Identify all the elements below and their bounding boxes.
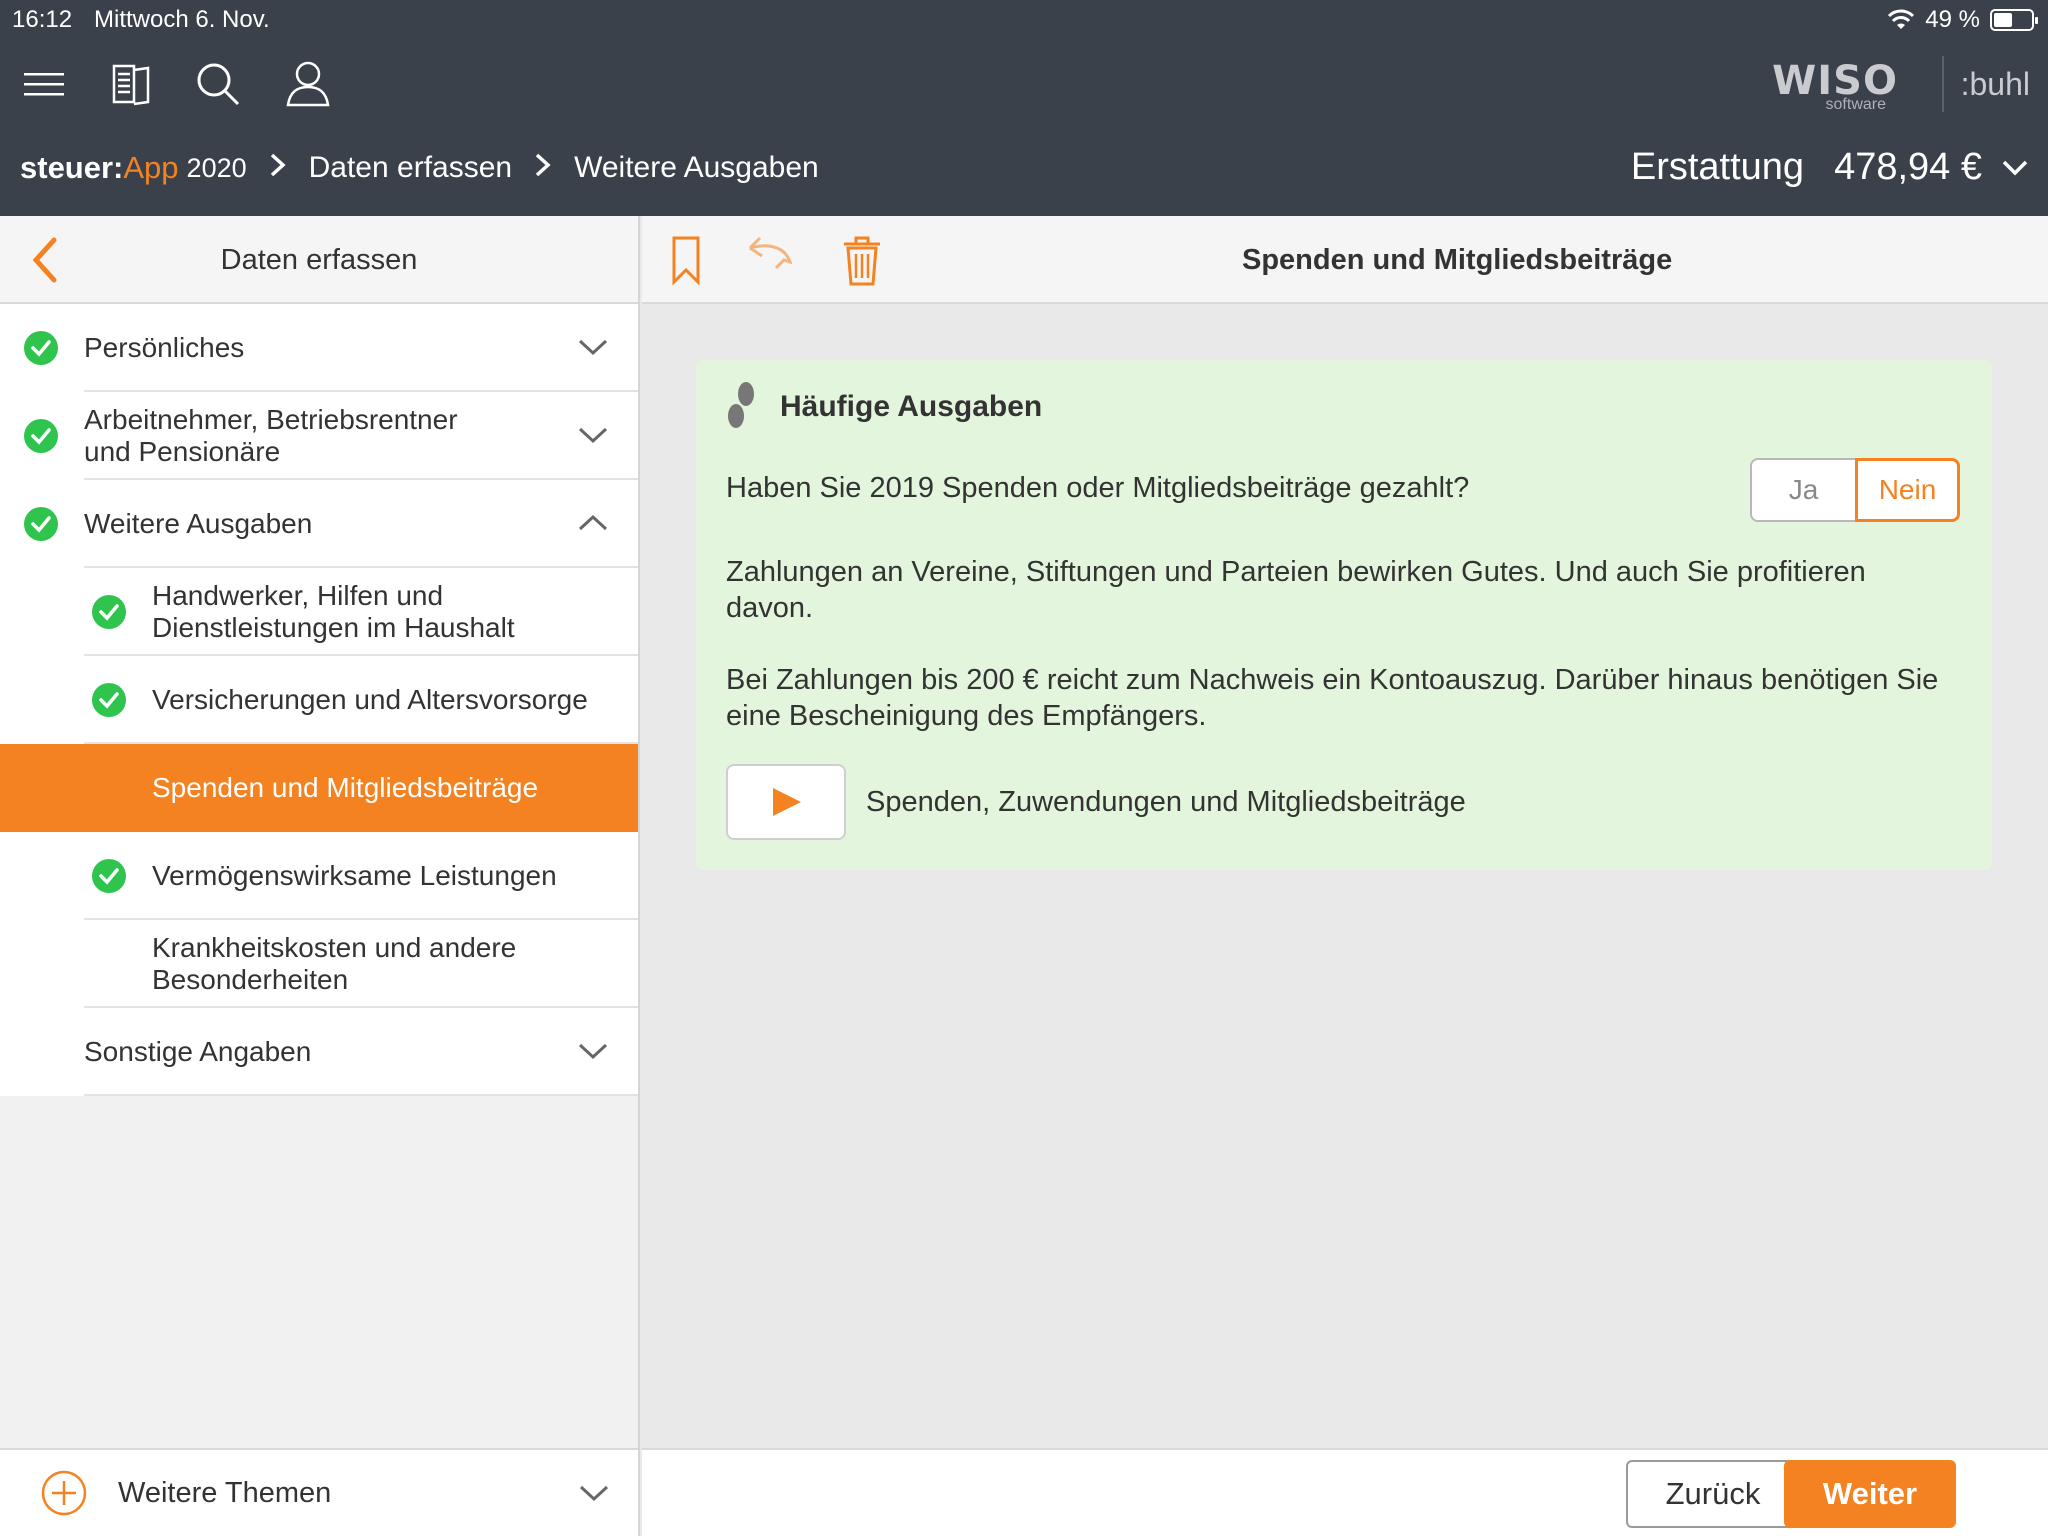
sidebar-item-label: Weitere Ausgaben xyxy=(84,508,313,539)
info-paragraph-1: Zahlungen an Vereine, Stiftungen und Par… xyxy=(726,556,1866,624)
section-nav: Persönliches Arbeitnehmer, Betriebsrentne… xyxy=(0,304,638,1096)
battery-icon xyxy=(1990,9,2038,31)
chevron-down-icon xyxy=(576,1035,610,1069)
status-right: 49 % xyxy=(1887,6,2038,34)
footer-bar: Zurück Weiter xyxy=(642,1448,2048,1536)
brand-app: App xyxy=(123,150,179,185)
status-date: Mittwoch 6. Nov. xyxy=(94,6,270,33)
buhl-logo: :buhl xyxy=(1960,66,2030,102)
sidebar-item[interactable]: Vermögenswirksame Leistungen xyxy=(0,832,638,920)
left-panel-title: Daten erfassen xyxy=(220,244,418,276)
sidebar-item[interactable]: Weitere Ausgaben xyxy=(0,480,638,568)
sidebar-item[interactable]: Persönliches xyxy=(0,304,638,392)
checkmark-icon xyxy=(92,595,126,629)
left-panel: Daten erfassen Persönliches Arbeitnehmer,… xyxy=(0,216,640,1536)
trash-icon[interactable] xyxy=(840,234,892,286)
sidebar-item-label: Arbeitnehmer, Betriebsrentner und Pensio… xyxy=(84,404,458,467)
sidebar-item-label: Vermögenswirksame Leistungen xyxy=(152,860,557,891)
brand-prefix: steuer: xyxy=(20,150,124,185)
back-button[interactable]: Zurück xyxy=(1626,1460,1800,1528)
chevron-down-icon xyxy=(576,331,610,365)
battery-percent: 49 % xyxy=(1925,6,1980,33)
status-bar: 16:12 Mittwoch 6. Nov. 49 % xyxy=(0,0,2048,40)
menu-icon[interactable] xyxy=(16,56,72,112)
checkmark-icon xyxy=(92,683,126,717)
yes-button[interactable]: Ja xyxy=(1750,458,1855,522)
sidebar-item[interactable]: Arbeitnehmer, Betriebsrentner und Pensio… xyxy=(0,392,638,480)
more-topics[interactable]: Weitere Themen xyxy=(0,1448,638,1536)
wiso-logo-subtitle: software xyxy=(1825,96,1886,113)
app-year: 2020 xyxy=(186,152,247,183)
play-icon xyxy=(773,788,801,816)
info-card: Häufige Ausgaben Haben Sie 2019 Spenden … xyxy=(696,360,1992,870)
checkmark-icon xyxy=(24,507,58,541)
user-icon[interactable] xyxy=(280,56,336,112)
plus-circle-icon xyxy=(41,1470,87,1516)
no-button[interactable]: Nein xyxy=(1855,458,1960,522)
sidebar-item-label: Spenden und Mitgliedsbeiträge xyxy=(152,772,539,803)
video-play-button[interactable] xyxy=(726,764,846,840)
chevron-right-icon xyxy=(534,152,552,185)
yes-no-toggle: Ja Nein xyxy=(1750,458,1960,522)
card-title: Häufige Ausgaben xyxy=(780,390,1043,423)
video-label[interactable]: Spenden, Zuwendungen und Mitgliedsbeiträ… xyxy=(866,786,1466,819)
left-panel-header: Daten erfassen xyxy=(0,216,638,304)
refund-summary[interactable]: Erstattung 478,94 € xyxy=(1631,146,2028,189)
status-time: 16:12 xyxy=(12,6,73,33)
app-header: 16:12 Mittwoch 6. Nov. 49 % WISO softwar… xyxy=(0,0,2048,216)
next-button[interactable]: Weiter xyxy=(1784,1460,1956,1528)
sidebar-item[interactable]: Krankheitskosten und andere Besonderheit… xyxy=(0,920,638,1008)
checkmark-icon xyxy=(24,419,58,453)
wifi-icon xyxy=(1888,9,1915,29)
more-topics-label: Weitere Themen xyxy=(118,1476,332,1509)
sidebar-item-label: Sonstige Angaben xyxy=(84,1036,312,1067)
book-icon[interactable] xyxy=(104,56,160,112)
breadcrumb-item-daten-erfassen[interactable]: Daten erfassen xyxy=(309,151,512,185)
chevron-up-icon xyxy=(576,507,610,541)
sidebar-item[interactable]: Sonstige Angaben xyxy=(0,1008,638,1096)
refund-amount: 478,94 € xyxy=(1834,146,1982,188)
bookmark-icon[interactable] xyxy=(666,234,718,286)
chevron-down-icon xyxy=(576,419,610,453)
undo-icon[interactable] xyxy=(742,234,794,286)
footprints-icon xyxy=(724,380,760,432)
chevron-right-icon xyxy=(269,152,287,185)
sidebar-item-label: Versicherungen und Altersvorsorge xyxy=(152,684,588,715)
logo-divider xyxy=(1942,56,1944,112)
content-header: Spenden und Mitgliedsbeiträge xyxy=(642,216,2048,304)
divider xyxy=(84,1094,638,1096)
sidebar-item[interactable]: Handwerker, Hilfen und Dienstleistungen … xyxy=(0,568,638,656)
chevron-down-icon xyxy=(2002,160,2028,175)
sidebar-item-label: Handwerker, Hilfen und Dienstleistungen … xyxy=(152,580,515,643)
checkmark-icon xyxy=(92,859,126,893)
question-text: Haben Sie 2019 Spenden oder Mitgliedsbei… xyxy=(726,472,1470,504)
sidebar-item-label: Persönliches xyxy=(84,332,245,363)
sidebar-item-label: Krankheitskosten und andere Besonderheit… xyxy=(152,932,517,995)
breadcrumb: steuer:App 2020 Daten erfassen Weitere A… xyxy=(20,150,819,186)
search-icon[interactable] xyxy=(190,56,246,112)
breadcrumb-item-weitere-ausgaben[interactable]: Weitere Ausgaben xyxy=(574,151,819,185)
sidebar-item[interactable]: Spenden und Mitgliedsbeiträge xyxy=(0,744,638,832)
refund-label: Erstattung xyxy=(1630,146,1805,188)
app-brand[interactable]: steuer:App xyxy=(20,150,179,186)
page-title: Spenden und Mitgliedsbeiträge xyxy=(1242,244,1673,276)
checkmark-icon xyxy=(24,331,58,365)
sidebar-item[interactable]: Versicherungen und Altersvorsorge xyxy=(0,656,638,744)
chevron-down-icon xyxy=(579,1485,609,1502)
info-paragraph-2: Bei Zahlungen bis 200 € reicht zum Nachw… xyxy=(726,664,1939,732)
battery-level xyxy=(1994,13,2012,27)
